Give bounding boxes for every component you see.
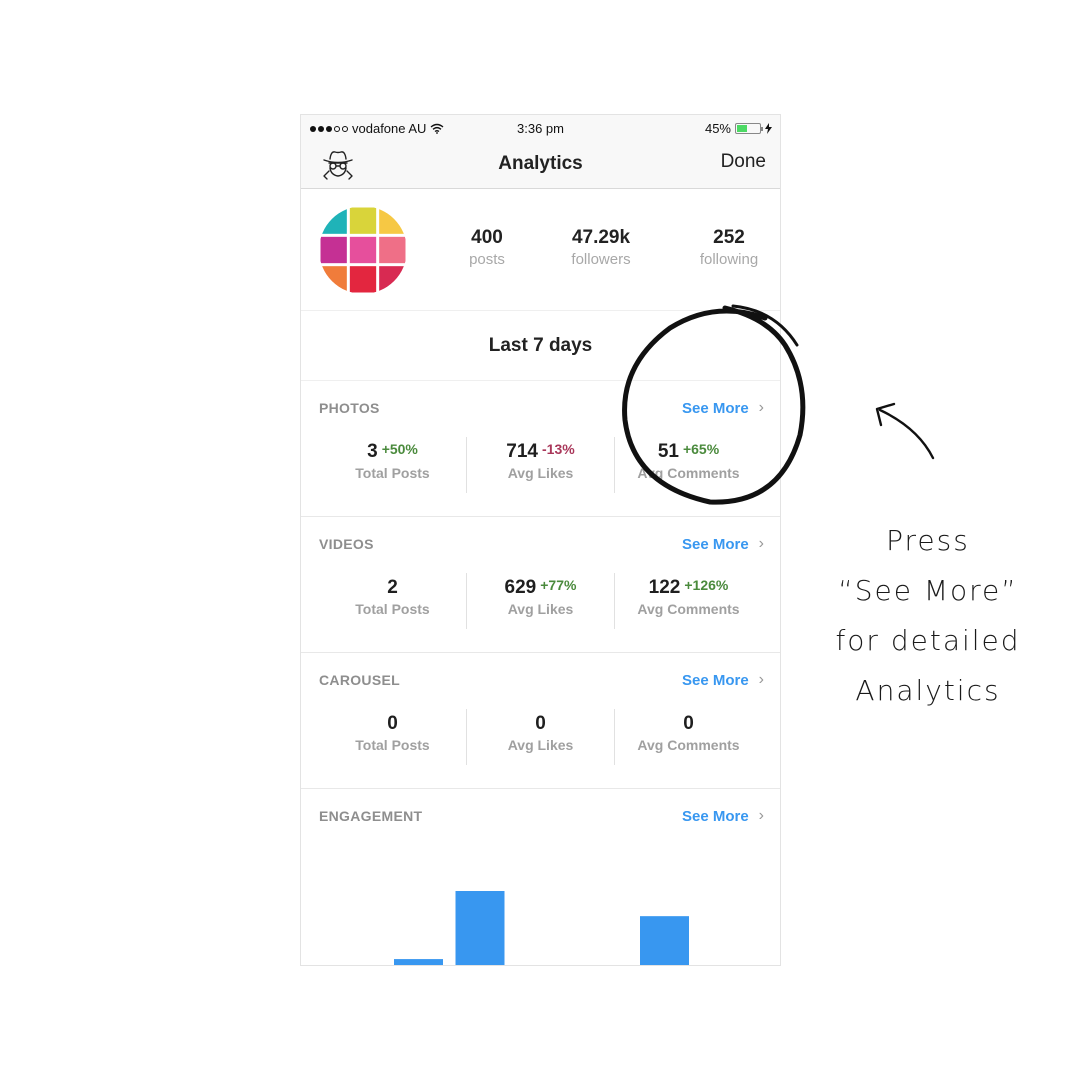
see-more-button-photos[interactable]: See More › [682,399,764,417]
page-title: Analytics [498,153,583,174]
see-more-button-engagement[interactable]: See More › [682,807,764,825]
metric-value: 0 [387,713,398,734]
metric-value: 0 [535,713,546,734]
metric: 0 Avg Likes [467,709,615,765]
charging-bolt-icon [765,123,772,134]
metric: 629 +77% Avg Likes [467,573,615,629]
stat-label: posts [469,251,505,268]
see-more-button-videos[interactable]: See More › [682,535,764,553]
metric: 0 Total Posts [319,709,467,765]
avatar-tile [349,266,377,293]
avatar-tile [379,236,406,264]
hand-drawn-arrow-icon [875,402,935,460]
see-more-label: See More [681,535,749,553]
caption-line: for detailed [835,624,1021,657]
stat-label: following [699,251,759,268]
metric: 51 +65% Avg Comments [615,437,762,493]
metric-label: Avg Comments [637,465,740,481]
stat-label: followers [571,251,631,268]
section-title: CAROUSEL [319,672,400,688]
metric-change: +77% [540,577,577,593]
metric-value: 122 [648,577,681,598]
metric-label: Avg Comments [637,737,740,753]
stat-value: 47.29k [571,227,631,248]
metric-value: 51 [657,441,679,462]
metric-label: Avg Comments [637,601,740,617]
metric-change: +65% [682,441,720,457]
caption-line: “See More” [838,574,1018,607]
metric-label: Avg Likes [507,601,574,617]
chart-bar[interactable] [455,891,505,965]
metric-label: Total Posts [355,737,430,753]
stat-following: 252 following [674,227,780,268]
nav-bar: Analytics Done [301,141,780,189]
metric-label: Avg Likes [507,737,574,753]
metric: 3 +50% Total Posts [319,437,467,493]
see-more-label: See More [681,671,749,689]
section-carousel: CAROUSEL See More › 0 Total Posts 0 Avg Likes 0… [301,653,780,789]
avatar-tile [320,236,347,264]
chart-bar[interactable] [640,916,689,965]
metric-change: -13% [542,441,575,457]
chevron-right-icon: › [758,671,764,688]
section-title: PHOTOS [319,400,380,416]
stat-followers: 47.29k followers [546,227,656,268]
see-more-label: See More [681,807,749,825]
see-more-button-carousel[interactable]: See More › [682,671,764,689]
metric-value: 2 [387,577,398,598]
battery-percent: 45% [704,121,731,136]
metric: 0 Avg Comments [615,709,762,765]
metric: 2 Total Posts [319,573,467,629]
stat-value: 400 [471,227,503,248]
avatar[interactable] [319,206,407,294]
caption-line: Analytics [855,674,1001,707]
metrics-row: 2 Total Posts 629 +77% Avg Likes 122 +126% Avg … [319,573,762,629]
stat-value: 252 [713,227,745,248]
avatar-tile [379,207,406,234]
section-photos: PHOTOS See More › 3 +50% Total Posts 714 -13% Av… [301,381,780,517]
chevron-right-icon: › [758,399,764,416]
period-selector[interactable]: Last 7 days [301,311,780,381]
avatar-tile [320,207,347,234]
metric-label: Total Posts [355,601,430,617]
metric-value: 0 [683,713,694,734]
metric-change: +50% [381,441,418,457]
phone-screen: vodafone AU 3:36 pm 45% Analytics Done 4… [300,114,781,966]
see-more-label: See More [681,399,749,417]
metric: 714 -13% Avg Likes [467,437,615,493]
stat-posts: 400 posts [432,227,542,268]
metric: 122 +126% Avg Comments [615,573,762,629]
status-bar: vodafone AU 3:36 pm 45% [301,115,780,141]
metric-change: +126% [684,577,729,593]
avatar-tile [379,266,406,293]
chart-bar[interactable] [394,959,443,965]
section-videos: VIDEOS See More › 2 Total Posts 629 +77% Avg Li… [301,517,780,653]
section-title: ENGAGEMENT [319,808,423,824]
avatar-tile [349,207,377,234]
profile-summary: 400 posts 47.29k followers 252 following [301,189,780,311]
chevron-right-icon: › [758,807,764,824]
battery-icon [735,123,763,134]
metric-value: 3 [367,441,378,462]
caption-line: Press [886,524,970,557]
metrics-row: 0 Total Posts 0 Avg Likes 0 Avg Comments [319,709,762,765]
chevron-right-icon: › [758,535,764,552]
metrics-row: 3 +50% Total Posts 714 -13% Avg Likes 51 +65% Av… [319,437,762,493]
engagement-section: ENGAGEMENT See More › [301,789,780,965]
metric-value: 714 [506,441,538,462]
metric-value: 629 [504,577,537,598]
metric-label: Avg Likes [507,465,574,481]
done-button[interactable]: Done [721,151,766,173]
metric-label: Total Posts [355,465,430,481]
instruction-caption: Press “See More” for detailed Analytics [826,516,1030,716]
avatar-tile [320,266,347,293]
avatar-tile [349,236,377,264]
section-title: VIDEOS [319,536,374,552]
